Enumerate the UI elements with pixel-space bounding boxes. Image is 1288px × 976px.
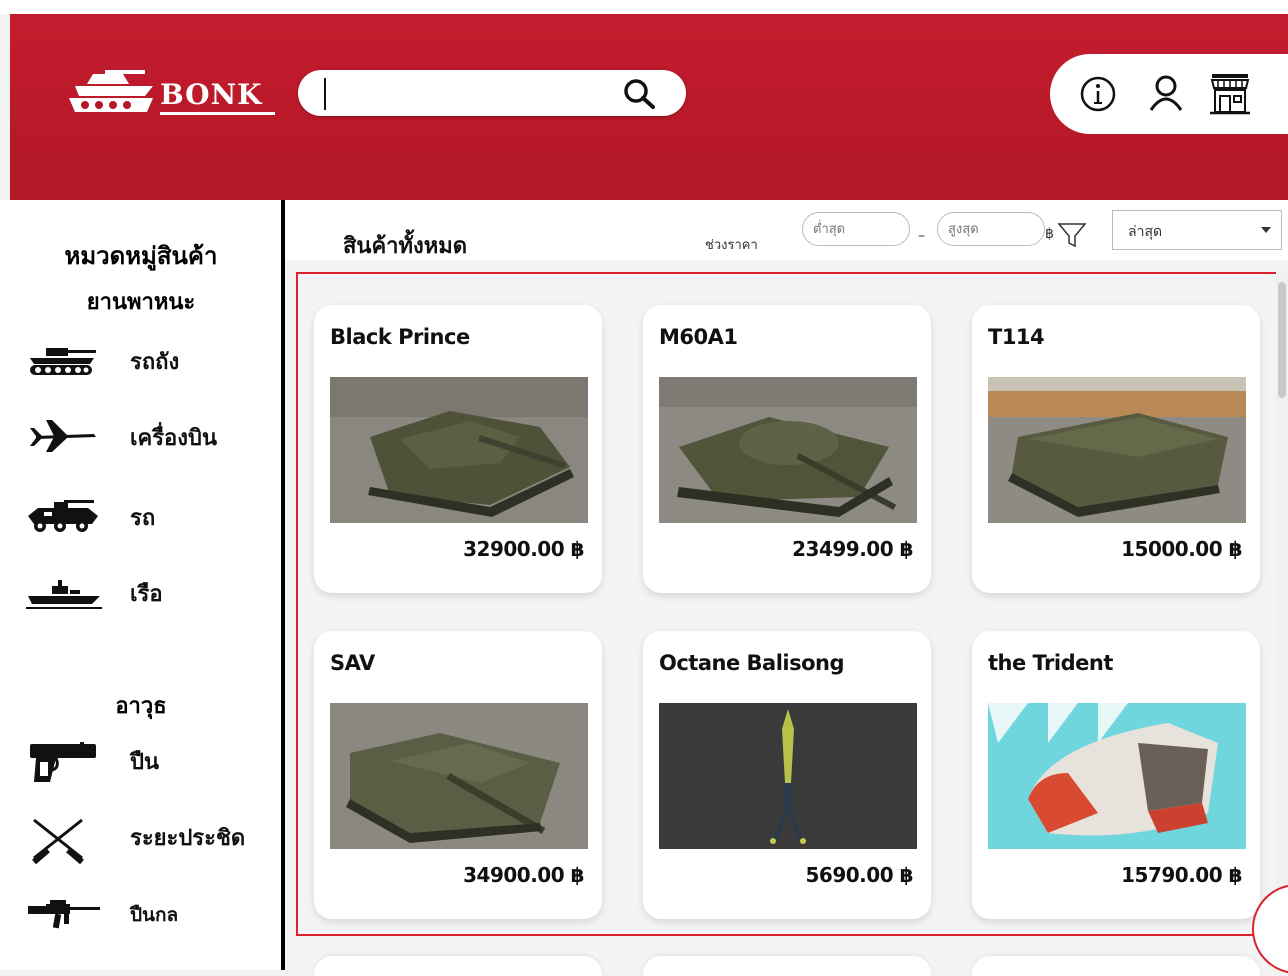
sidebar-item-label: รถถัง [130, 350, 180, 375]
product-card-partial[interactable] [314, 956, 602, 976]
sort-dropdown[interactable]: ล่าสุด [1112, 210, 1282, 250]
product-name: M60A1 [659, 325, 738, 349]
logo-underline [160, 112, 275, 115]
tank-icon [30, 348, 96, 375]
product-toolbar: สินค้าทั้งหมด ช่วงราคา – ฿ ล่าสุด [285, 200, 1288, 260]
search-button[interactable] [620, 76, 660, 112]
vehicles-heading: ยานพาหนะ [86, 290, 196, 315]
sidebar-item-gun[interactable]: ปืน [24, 734, 274, 784]
price-dash: – [918, 228, 925, 244]
product-card[interactable]: the Trident 15790.00 ฿ [972, 631, 1260, 919]
sidebar-item-aircraft[interactable]: เครื่องบิน [24, 410, 274, 460]
currency-symbol: ฿ [1045, 226, 1054, 242]
search-input[interactable] [324, 78, 612, 110]
product-name: T114 [988, 325, 1045, 349]
bonk-logo[interactable]: BONK [65, 64, 285, 120]
header-bar: BONK [10, 14, 1288, 200]
sidebar-item-label: ระยะประชิด [130, 826, 246, 851]
product-name: the Trident [988, 651, 1113, 675]
max-price-input[interactable] [937, 212, 1045, 246]
product-card[interactable]: Black Prince 32900.00 ฿ [314, 305, 602, 593]
product-card[interactable]: T114 15000.00 ฿ [972, 305, 1260, 593]
account-button[interactable] [1142, 70, 1190, 118]
filter-button[interactable] [1057, 222, 1087, 252]
jet-icon [30, 420, 96, 452]
sidebar-item-label: เรือ [130, 582, 163, 607]
sidebar-item-label: ปืนกล [130, 904, 179, 926]
search-box [298, 70, 686, 116]
chevron-down-icon [1261, 227, 1271, 233]
top-strip [0, 0, 1288, 14]
product-image [659, 377, 917, 523]
filter-icon [1057, 223, 1087, 248]
info-icon [1080, 76, 1116, 112]
crossed-knives-icon [32, 818, 84, 864]
product-price: 32900.00 ฿ [463, 537, 584, 561]
info-button[interactable] [1074, 70, 1122, 118]
product-price: 23499.00 ฿ [792, 537, 913, 561]
product-card[interactable]: M60A1 23499.00 ฿ [643, 305, 931, 593]
price-range-label: ช่วงราคา [705, 238, 758, 253]
weapons-heading: อาวุธ [115, 694, 167, 719]
product-card-partial[interactable] [972, 956, 1260, 976]
page-title: สินค้าทั้งหมด [343, 234, 468, 259]
product-card[interactable]: Octane Balisong 5690.00 ฿ [643, 631, 931, 919]
pistol-icon [30, 742, 96, 782]
shop-icon [1210, 74, 1250, 115]
user-icon [1149, 75, 1183, 111]
armored-car-icon [28, 500, 98, 532]
product-image [330, 703, 588, 849]
sidebar-item-melee[interactable]: ระยะประชิด [24, 810, 274, 864]
sidebar-item-label: ปืน [130, 750, 160, 775]
sort-value: ล่าสุด [1128, 224, 1163, 240]
ship-icon [26, 580, 102, 609]
category-sidebar: หมวดหมู่สินค้า ยานพาหนะ รถถัง เครื่องบิน [0, 200, 282, 970]
sidebar-item-tank[interactable]: รถถัง [24, 334, 274, 384]
sidebar-item-ship[interactable]: เรือ [24, 566, 274, 616]
category-title: หมวดหมู่สินค้า [64, 242, 218, 270]
product-name: Octane Balisong [659, 651, 845, 675]
sidebar-item-label: เครื่องบิน [130, 426, 218, 451]
product-image [659, 703, 917, 849]
product-name: Black Prince [330, 325, 470, 349]
product-image [988, 377, 1246, 523]
product-image [330, 377, 588, 523]
product-price: 34900.00 ฿ [463, 863, 584, 887]
rifle-icon [28, 900, 100, 929]
product-card-partial[interactable] [643, 956, 931, 976]
tank-logo-icon [69, 70, 153, 112]
shop-button[interactable] [1206, 70, 1254, 118]
sidebar-item-label: รถ [130, 506, 156, 531]
product-price: 5690.00 ฿ [805, 863, 914, 887]
scrollbar[interactable] [1276, 272, 1288, 970]
header-icon-group [1050, 54, 1288, 134]
product-price: 15000.00 ฿ [1121, 537, 1242, 561]
product-image [988, 703, 1246, 849]
min-price-input[interactable] [802, 212, 910, 246]
search-icon [624, 79, 655, 109]
sidebar-item-car[interactable]: รถ [24, 490, 274, 540]
scroll-thumb[interactable] [1278, 282, 1286, 398]
logo-text: BONK [160, 78, 263, 111]
product-price: 15790.00 ฿ [1121, 863, 1242, 887]
product-name: SAV [330, 651, 375, 675]
sidebar-item-machine-gun[interactable]: ปืนกล [24, 890, 274, 940]
product-card[interactable]: SAV 34900.00 ฿ [314, 631, 602, 919]
